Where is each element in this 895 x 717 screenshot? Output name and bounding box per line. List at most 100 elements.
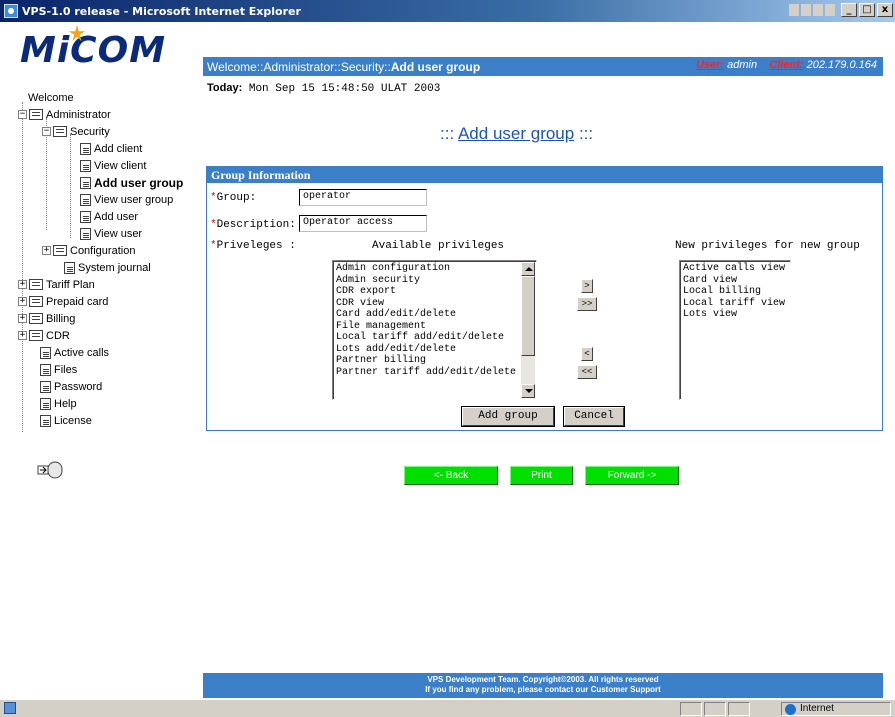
tree-item-active-calls[interactable]: Active calls: [40, 345, 109, 360]
tree-item-welcome[interactable]: Welcome: [28, 90, 74, 105]
tree-item-add-user-group[interactable]: Add user group: [80, 175, 183, 190]
tree-item-view-user-group[interactable]: View user group: [80, 192, 173, 207]
tree-item-configuration[interactable]: + Configuration: [42, 243, 135, 258]
group-label: *Group:: [210, 192, 257, 204]
collapse-icon: −: [42, 126, 51, 136]
scroll-thumb[interactable]: [521, 276, 535, 356]
page-icon: [64, 261, 75, 274]
move-right-button[interactable]: >: [581, 279, 593, 293]
list-scrollbar[interactable]: [521, 262, 535, 398]
cancel-button[interactable]: Cancel: [563, 406, 625, 427]
tree-item-add-client[interactable]: Add client: [80, 141, 142, 156]
page-icon: [80, 227, 91, 240]
folder-icon: [53, 245, 67, 256]
new-privileges-header: New privileges for new group: [675, 240, 860, 252]
list-item[interactable]: CDR export: [336, 286, 533, 298]
expand-icon: +: [18, 313, 27, 323]
folder-icon: [29, 279, 43, 290]
folder-icon: [53, 126, 67, 137]
globe-icon: [785, 704, 796, 715]
list-item[interactable]: Card add/edit/delete: [336, 309, 533, 321]
page-title-link[interactable]: Add user group: [458, 124, 574, 143]
add-group-button[interactable]: Add group: [461, 406, 555, 427]
scroll-up-icon[interactable]: [521, 262, 535, 276]
logout-icon[interactable]: [36, 460, 64, 480]
minimize-button[interactable]: _: [841, 3, 857, 17]
logo-star-icon: [68, 24, 86, 42]
window-title: VPS-1.0 release - Microsoft Internet Exp…: [22, 4, 301, 18]
page-icon: [40, 363, 51, 376]
tree-item-license[interactable]: License: [40, 413, 92, 428]
group-input[interactable]: operator: [299, 189, 427, 206]
tree-item-tariff-plan[interactable]: + Tariff Plan: [18, 277, 95, 292]
tree-item-files[interactable]: Files: [40, 362, 77, 377]
expand-icon: +: [18, 279, 27, 289]
folder-icon: [29, 296, 43, 307]
list-item[interactable]: Lots add/edit/delete: [336, 344, 533, 356]
list-item[interactable]: File management: [336, 321, 533, 333]
tree-item-view-client[interactable]: View client: [80, 158, 146, 173]
description-input[interactable]: Operator access: [299, 215, 427, 232]
tree-item-view-user[interactable]: View user: [80, 226, 142, 241]
folder-icon: [29, 313, 43, 324]
maximize-button[interactable]: □: [859, 3, 875, 17]
tree-item-security[interactable]: − Security: [42, 124, 110, 139]
expand-icon: +: [18, 330, 27, 340]
footer: VPS Development Team. Copyright©2003. Al…: [203, 673, 883, 698]
page-icon: [80, 159, 91, 172]
list-item[interactable]: Partner billing: [336, 355, 533, 367]
page-icon: [80, 176, 91, 189]
tree-item-password[interactable]: Password: [40, 379, 102, 394]
session-info: User: admin Client: 202.179.0.164: [696, 59, 877, 71]
list-item[interactable]: Local billing: [683, 286, 787, 298]
client-label: Client:: [769, 59, 804, 71]
list-item[interactable]: Admin configuration: [336, 263, 533, 275]
page-icon: [40, 414, 51, 427]
tree-item-system-journal[interactable]: System journal: [64, 260, 151, 275]
folder-icon: [29, 109, 43, 120]
description-label: *Description:: [210, 219, 296, 231]
move-left-button[interactable]: <: [581, 347, 593, 361]
scroll-down-icon[interactable]: [521, 384, 535, 398]
list-item[interactable]: CDR view: [336, 298, 533, 310]
available-privileges-list[interactable]: Admin configuration Admin security CDR e…: [332, 260, 537, 400]
ie-icon: [4, 4, 18, 18]
page-icon: [80, 193, 91, 206]
tree-item-administrator[interactable]: − Administrator: [18, 107, 111, 122]
page-icon: [40, 346, 51, 359]
move-all-left-button[interactable]: <<: [577, 365, 597, 379]
list-item[interactable]: Local tariff add/edit/delete: [336, 332, 533, 344]
list-item[interactable]: Admin security: [336, 275, 533, 287]
available-privileges-header: Available privileges: [372, 240, 505, 252]
page-icon: [80, 142, 91, 155]
expand-icon: +: [18, 296, 27, 306]
page-icon: [40, 397, 51, 410]
user-value: admin: [727, 59, 758, 71]
breadcrumb: Welcome::Administrator::Security::Add us…: [207, 59, 481, 74]
tree-item-cdr[interactable]: + CDR: [18, 328, 70, 343]
security-zone: Internet: [781, 702, 891, 716]
list-item[interactable]: Partner tariff add/edit/delete: [336, 367, 533, 379]
title-tray-icons: [789, 4, 835, 16]
client-value: 202.179.0.164: [806, 59, 877, 71]
window-title-bar: VPS-1.0 release - Microsoft Internet Exp…: [0, 0, 895, 22]
forward-button[interactable]: Forward ->: [585, 466, 679, 485]
print-button[interactable]: Print: [510, 466, 573, 485]
move-all-right-button[interactable]: >>: [577, 297, 597, 311]
close-button[interactable]: x: [877, 3, 893, 17]
breadcrumb-bar: Welcome::Administrator::Security::Add us…: [203, 57, 883, 76]
tree-item-prepaid-card[interactable]: + Prepaid card: [18, 294, 108, 309]
list-item[interactable]: Card view: [683, 275, 787, 287]
footer-support: If you find any problem, please contact …: [425, 685, 661, 694]
list-item[interactable]: Active calls view: [683, 263, 787, 275]
list-item[interactable]: Local tariff view: [683, 298, 787, 310]
tree-item-billing[interactable]: + Billing: [18, 311, 75, 326]
tree-item-help[interactable]: Help: [40, 396, 77, 411]
micom-logo: MiCOM: [20, 24, 166, 71]
today-line: Today: Mon Sep 15 15:48:50 ULAT 2003: [207, 82, 441, 95]
footer-copyright: VPS Development Team. Copyright©2003. Al…: [427, 675, 659, 684]
back-button[interactable]: <- Back: [404, 466, 498, 485]
new-privileges-list[interactable]: Active calls view Card view Local billin…: [679, 260, 791, 400]
list-item[interactable]: Lots view: [683, 309, 787, 321]
tree-item-add-user[interactable]: Add user: [80, 209, 138, 224]
